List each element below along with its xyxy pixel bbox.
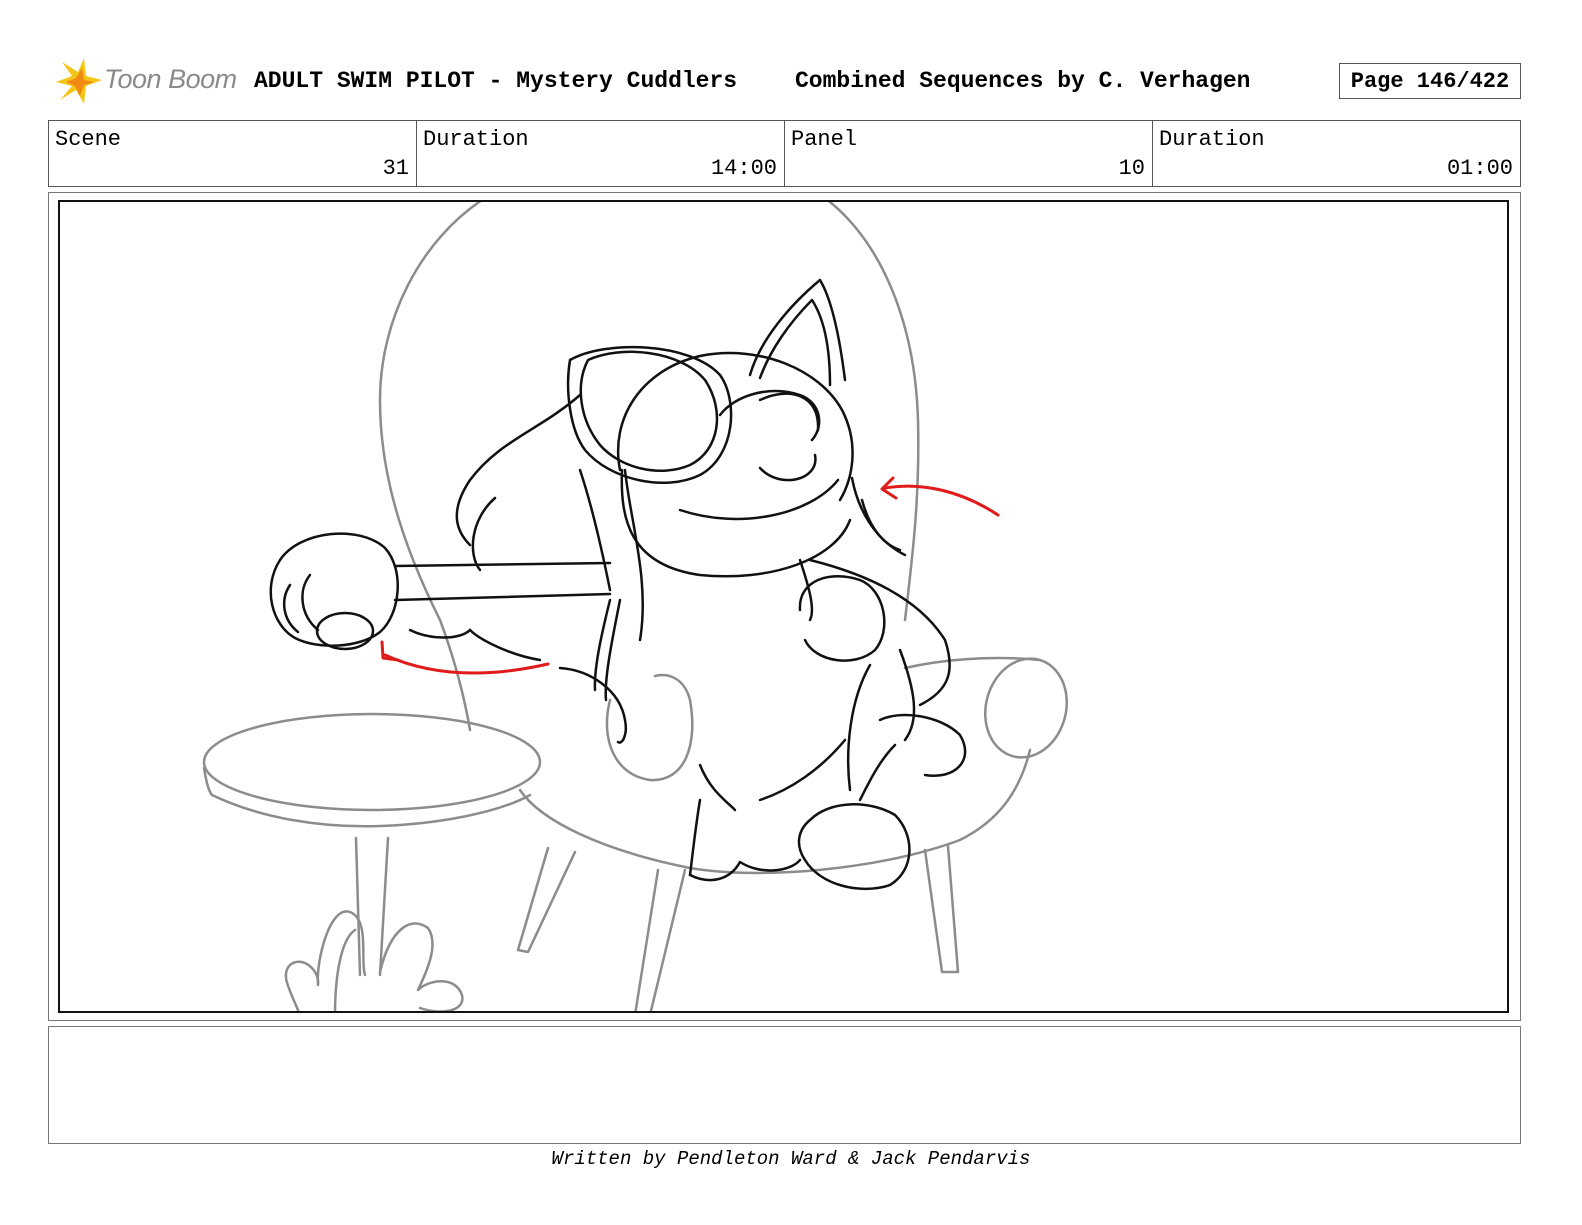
page-header: Toon Boom ADULT SWIM PILOT - Mystery Cud… (52, 54, 1540, 110)
scene-duration-label: Duration (423, 127, 529, 152)
arrow-left-icon (383, 653, 550, 675)
scene-cell: Scene 31 (49, 121, 417, 186)
panel-duration-label: Duration (1159, 127, 1265, 152)
toon-boom-logo: Toon Boom (52, 56, 242, 108)
panel-label: Panel (791, 127, 858, 152)
character-sketch (269, 278, 967, 891)
scene-info-row: Scene 31 Duration 14:00 Panel 10 Duratio… (48, 120, 1521, 187)
logo-text: Toon Boom (104, 64, 237, 94)
panel-duration-value: 01:00 (1446, 156, 1513, 181)
panel-value: 10 (1118, 156, 1145, 181)
scene-duration-value: 14:00 (710, 156, 777, 181)
scene-label: Scene (55, 127, 122, 152)
storyboard-panel (58, 200, 1509, 1013)
arrow-right-icon (883, 484, 1000, 517)
panel-notes-box (48, 1026, 1521, 1144)
panel-duration-cell: Duration 01:00 (1153, 121, 1520, 186)
document-title: ADULT SWIM PILOT - Mystery Cuddlers (254, 68, 738, 94)
starburst-icon (56, 58, 102, 104)
motion-arrows (380, 476, 1000, 675)
storyboard-sketch (202, 202, 1068, 1011)
chair-and-table-sketch (202, 202, 1068, 1011)
panel-cell: Panel 10 (785, 121, 1153, 186)
footer-credit: Written by Pendleton Ward & Jack Pendarv… (551, 1148, 1031, 1170)
page-number: Page 146/422 (1339, 63, 1521, 99)
scene-value: 31 (382, 156, 409, 181)
scene-duration-cell: Duration 14:00 (417, 121, 785, 186)
document-subtitle: Combined Sequences by C. Verhagen (795, 68, 1251, 94)
